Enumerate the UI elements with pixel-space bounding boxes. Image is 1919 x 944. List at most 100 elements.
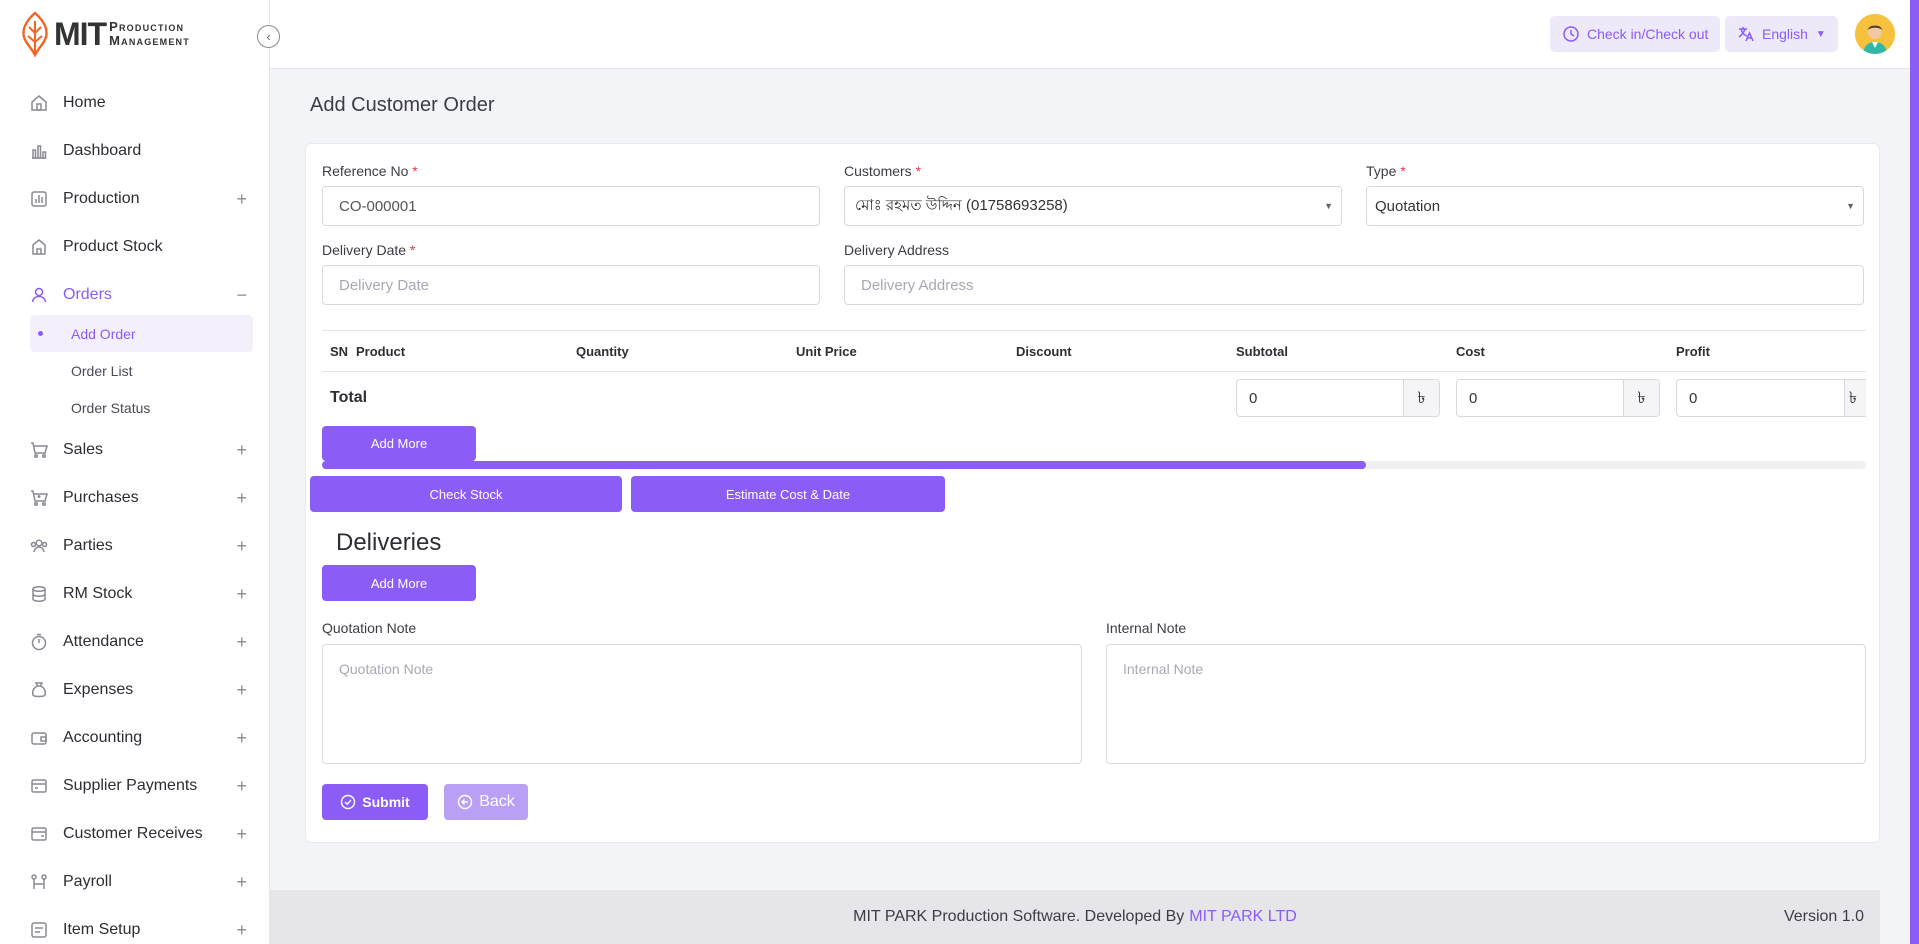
sidebar-item-label: Customer Receives [63,825,203,842]
translate-icon [1738,27,1754,42]
type-select[interactable]: Quotation ▼ [1366,186,1864,226]
currency-taka-symbol: ৳ [1844,380,1866,416]
estimate-cost-date-button[interactable]: Estimate Cost & Date [631,476,945,512]
internal-note-textarea[interactable]: Internal Note [1106,644,1866,764]
customers-select[interactable]: মোঃ রহমত উদ্দিন (01758693258) ▼ [844,186,1342,226]
sidebar-item-attendance[interactable]: Attendance + [0,618,269,666]
caret-down-icon: ▼ [1324,201,1333,211]
brand-logo[interactable]: MIT Production Management [0,0,269,68]
back-button[interactable]: Back [444,784,528,820]
orders-submenu: Add Order Order List Order Status [0,315,269,426]
sidebar-item-expenses[interactable]: Expenses + [0,666,269,714]
check-in-out-button[interactable]: Check in/Check out [1550,16,1721,52]
profit-total-field[interactable]: 0 ৳ [1676,379,1866,417]
cart-icon [28,487,50,509]
receive-icon [28,823,50,845]
sidebar-item-accounting[interactable]: Accounting + [0,714,269,762]
wallet-icon [28,727,50,749]
logo-mit-text: MIT [54,15,107,52]
table-horizontal-scrollbar[interactable] [322,461,1866,469]
cost-total-value: 0 [1469,389,1478,407]
sidebar: MIT Production Management ‹ Home Dashboa… [0,0,280,944]
sidebar-item-label: Payroll [63,873,112,890]
delivery-address-input[interactable]: Delivery Address [844,265,1864,305]
column-discount: Discount [1016,344,1072,359]
sidebar-item-product-stock[interactable]: Product Stock [0,223,269,271]
expand-plus-icon[interactable]: + [236,728,247,749]
type-selected-value: Quotation [1375,197,1441,215]
sidebar-item-sales[interactable]: Sales + [0,426,269,474]
expand-plus-icon[interactable]: + [236,189,247,210]
submenu-add-order[interactable]: Add Order [30,315,253,352]
internal-note-label: Internal Note [1106,620,1187,636]
chart-icon [28,140,50,162]
sidebar-item-purchases[interactable]: Purchases + [0,474,269,522]
check-circle-icon [341,794,356,810]
quotation-note-textarea[interactable]: Quotation Note [322,644,1082,764]
language-dropdown[interactable]: English ▼ [1725,16,1838,52]
sidebar-item-home[interactable]: Home [0,79,269,127]
submenu-order-list[interactable]: Order List [0,352,269,389]
column-subtotal: Subtotal [1236,344,1288,359]
reference-no-label: Reference No * [322,163,418,179]
sidebar-item-dashboard[interactable]: Dashboard [0,127,269,175]
user-avatar[interactable] [1855,14,1895,54]
customers-selected-value: মোঃ রহমত উদ্দিন (01758693258) [855,196,1068,214]
sidebar-item-payroll[interactable]: Payroll + [0,858,269,906]
sidebar-item-rm-stock[interactable]: RM Stock + [0,570,269,618]
check-stock-button[interactable]: Check Stock [310,476,622,512]
collapse-minus-icon[interactable]: − [236,285,247,306]
back-label: Back [479,793,515,810]
sidebar-item-label: Home [63,94,106,111]
column-cost: Cost [1456,344,1485,359]
cost-total-field[interactable]: 0 ৳ [1456,379,1660,417]
page-scrollbar[interactable] [1910,0,1919,944]
expand-plus-icon[interactable]: + [236,632,247,653]
stock-icon [28,236,50,258]
column-sn: SN [330,344,349,359]
expand-plus-icon[interactable]: + [236,536,247,557]
app-version: Version 1.0 [1783,908,1864,925]
sidebar-item-label: Expenses [63,681,134,698]
sidebar-collapse-button[interactable]: ‹ [257,25,280,48]
sidebar-item-customer-receives[interactable]: Customer Receives + [0,810,269,858]
scrollbar-thumb[interactable] [322,461,1366,469]
column-unit-price: Unit Price [796,344,857,359]
expand-plus-icon[interactable]: + [236,776,247,797]
sidebar-item-orders[interactable]: Orders − [0,271,269,319]
bar-chart-icon [28,188,50,210]
logo-line-2: Management [109,33,190,48]
footer-developer-link[interactable]: MIT PARK LTD [1189,908,1297,926]
subtotal-total-field[interactable]: 0 ৳ [1236,379,1440,417]
sidebar-item-label: Orders [63,286,112,303]
reference-no-input[interactable]: CO-000001 [322,186,820,226]
payroll-icon [28,871,50,893]
expand-plus-icon[interactable]: + [236,680,247,701]
expand-plus-icon[interactable]: + [236,440,247,461]
add-more-product-button[interactable]: Add More [322,426,476,461]
sidebar-item-label: Attendance [63,633,144,650]
expand-plus-icon[interactable]: + [236,488,247,509]
expand-plus-icon[interactable]: + [236,824,247,845]
language-label: English [1762,26,1808,42]
money-bag-icon [28,679,50,701]
currency-taka-symbol: ৳ [1403,380,1439,416]
add-more-delivery-button[interactable]: Add More [322,565,476,601]
sidebar-item-label: Product Stock [63,238,163,255]
submenu-order-status[interactable]: Order Status [0,389,269,426]
setup-icon [28,919,50,941]
sidebar-item-parties[interactable]: Parties + [0,522,269,570]
submit-button[interactable]: Submit [322,784,428,820]
expand-plus-icon[interactable]: + [236,920,247,941]
sidebar-item-item-setup[interactable]: Item Setup + [0,906,269,944]
delivery-date-input[interactable]: Delivery Date [322,265,820,305]
sidebar-item-label: Production [63,190,140,207]
sidebar-nav-more: Sales + Purchases + Parties + RM Stock +… [0,426,269,944]
user-icon [28,284,50,306]
products-table-header: SN Product Quantity Unit Price Discount … [322,330,1866,372]
sidebar-item-production[interactable]: Production + [0,175,269,223]
logo-tree-icon [22,11,48,57]
sidebar-item-supplier-payments[interactable]: Supplier Payments + [0,762,269,810]
expand-plus-icon[interactable]: + [236,584,247,605]
expand-plus-icon[interactable]: + [236,872,247,893]
